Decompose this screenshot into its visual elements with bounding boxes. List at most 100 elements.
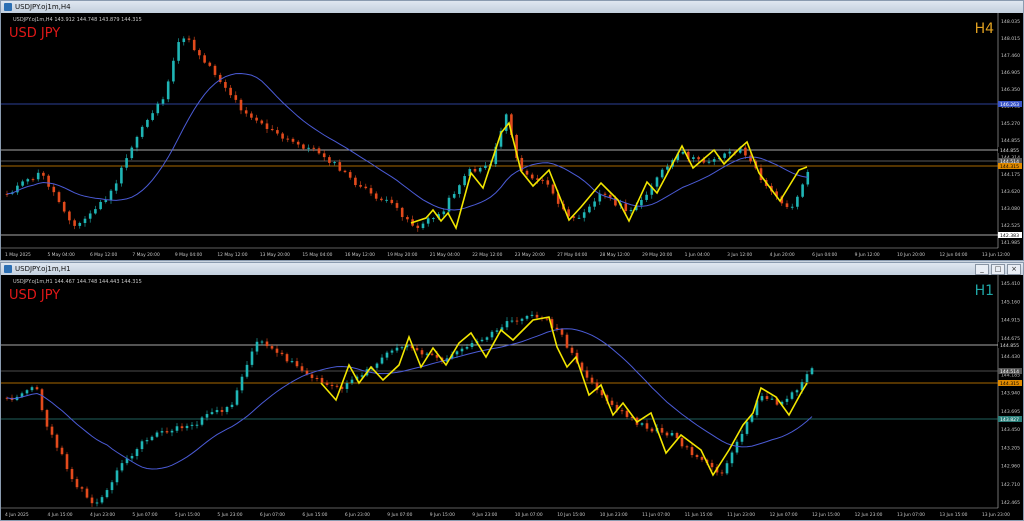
candle-body <box>480 339 484 342</box>
candle-body <box>52 186 56 193</box>
candle-body <box>140 126 144 137</box>
candle-body <box>230 404 234 407</box>
candle-body <box>166 81 170 100</box>
price-chart-h1[interactable]: USDJPY.oj1m,H1 144.467 144.748 144.443 1… <box>1 275 1023 520</box>
price-tick-label: 142.465 <box>1001 500 1020 506</box>
symbol-label: USD JPY <box>9 26 60 41</box>
candle-body <box>265 123 269 129</box>
candle-body <box>88 213 92 219</box>
candle-body <box>190 424 194 426</box>
candle-body <box>300 366 304 371</box>
candle-body <box>302 144 305 149</box>
time-tick-label: 11 Jun 15:00 <box>685 512 713 518</box>
candle-body <box>395 347 399 351</box>
candle-body <box>421 223 425 229</box>
candle-body <box>359 185 362 187</box>
price-level-tag-text: 144.855 <box>1000 343 1019 349</box>
candle-body <box>94 209 97 214</box>
candle-body <box>198 50 201 56</box>
candle-body <box>161 99 165 104</box>
time-tick-label: 12 Jun 15:00 <box>812 512 840 518</box>
candle-body <box>281 133 284 139</box>
chart-window-h1[interactable]: USDJPY.oj1m,H1 _ □ × USDJPY.oj1m,H1 144.… <box>0 262 1024 521</box>
time-tick-label: 9 Jun 12:00 <box>855 252 880 258</box>
candle-body <box>385 352 389 358</box>
candle-body <box>770 398 774 400</box>
candle-body <box>645 194 648 200</box>
candle-body <box>25 390 29 394</box>
candle-body <box>490 331 494 338</box>
chart-canvas-h4[interactable]: USDJPY.oj1m,H4 143.912 144.748 143.879 1… <box>1 13 1023 260</box>
price-tick-label: 143.080 <box>1001 206 1020 212</box>
time-tick-label: 5 Jun 07:00 <box>132 512 157 518</box>
price-tick-label: 143.205 <box>1001 445 1020 451</box>
price-tick-label: 148.035 <box>1001 19 1020 25</box>
chart-canvas-h1[interactable]: USDJPY.oj1m,H1 144.467 144.748 144.443 1… <box>1 275 1023 520</box>
candle-body <box>425 353 429 355</box>
window-title: USDJPY.oj1m,H4 <box>15 3 71 11</box>
candle-body <box>250 351 254 365</box>
candle-body <box>625 410 629 417</box>
price-level-tag-text: 144.855 <box>1000 148 1019 154</box>
candle-body <box>465 346 469 349</box>
time-tick-label: 6 May 12:00 <box>90 252 118 258</box>
candle-body <box>455 351 459 355</box>
candle-body <box>588 206 591 213</box>
price-tick-label: 144.430 <box>1001 354 1020 360</box>
time-tick-label: 12 Jun 23:00 <box>855 512 883 518</box>
candle-body <box>473 168 477 172</box>
candle-body <box>478 167 482 172</box>
candle-body <box>760 396 764 401</box>
candle-body <box>109 190 113 201</box>
candle-body <box>330 384 334 386</box>
time-tick-label: 12 May 12:00 <box>217 252 247 258</box>
candle-body <box>234 95 238 100</box>
candle-body <box>582 212 586 218</box>
candle-body <box>110 482 114 491</box>
close-button[interactable]: × <box>1007 264 1021 275</box>
candle-body <box>21 181 24 186</box>
window-titlebar[interactable]: USDJPY.oj1m,H1 _ □ × <box>1 263 1023 275</box>
price-tick-label: 142.525 <box>1001 223 1020 229</box>
restore-button[interactable]: □ <box>991 264 1005 275</box>
price-tick-label: 147.460 <box>1001 53 1020 59</box>
candle-body <box>348 172 352 178</box>
candle-body <box>749 155 752 162</box>
candle-body <box>660 169 664 178</box>
candle-body <box>35 387 39 390</box>
candle-body <box>208 62 212 66</box>
candle-body <box>177 42 180 61</box>
candle-body <box>200 417 204 425</box>
time-tick-label: 10 Jun 07:00 <box>515 512 543 518</box>
candle-body <box>104 200 108 202</box>
price-level-tag-text: 142.383 <box>1000 233 1019 239</box>
candle-body <box>328 157 331 163</box>
price-tick-label: 143.940 <box>1001 391 1020 397</box>
candle-body <box>60 447 64 455</box>
candle-body <box>240 376 244 391</box>
candle-body <box>90 497 94 504</box>
candle-body <box>530 174 534 179</box>
price-chart-h4[interactable]: USDJPY.oj1m,H4 143.912 144.748 143.879 1… <box>1 13 1023 260</box>
candle-body <box>430 353 434 355</box>
candle-body <box>280 352 284 355</box>
window-title: USDJPY.oj1m,H1 <box>15 265 71 273</box>
time-tick-label: 13 Jun 15:00 <box>940 512 968 518</box>
candle-body <box>180 426 184 429</box>
candle-body <box>744 147 747 156</box>
chart-window-h4[interactable]: USDJPY.oj1m,H4 USDJPY.oj1m,H4 143.912 14… <box>0 0 1024 261</box>
window-titlebar[interactable]: USDJPY.oj1m,H4 <box>1 1 1023 13</box>
candle-body <box>785 203 789 207</box>
candle-body <box>45 410 49 427</box>
candle-body <box>712 159 716 162</box>
candle-body <box>100 497 104 503</box>
chart-info-text: USDJPY.oj1m,H1 144.467 144.748 144.443 1… <box>13 279 142 285</box>
price-level-tag-text: 143.827 <box>1000 417 1019 423</box>
minimize-button[interactable]: _ <box>975 264 989 275</box>
candle-body <box>195 424 199 426</box>
candle-body <box>629 210 633 212</box>
candle-body <box>140 441 144 450</box>
candle-body <box>484 165 487 168</box>
candle-body <box>145 440 149 442</box>
price-tick-label: 146.905 <box>1001 70 1020 76</box>
